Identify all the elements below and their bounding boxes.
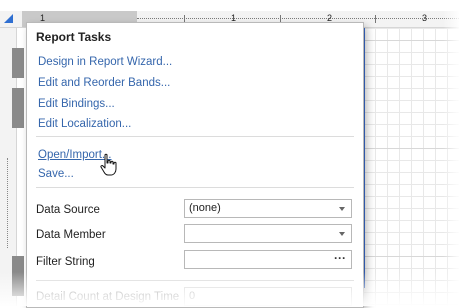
detail-count-value: 0 <box>189 290 196 302</box>
filter-string-field[interactable]: ··· <box>184 250 352 269</box>
report-design-surface[interactable] <box>363 28 459 306</box>
divider <box>36 187 354 188</box>
ruler-band-marker <box>12 48 24 78</box>
detail-count-field[interactable]: 0 <box>184 287 352 306</box>
edit-bindings-link[interactable]: Edit Bindings... <box>38 98 115 110</box>
filter-string-label: Filter String <box>36 256 95 268</box>
ellipsis-button[interactable]: ··· <box>334 251 346 265</box>
ruler-corner-marker-icon[interactable] <box>4 14 13 23</box>
data-source-value: (none) <box>189 202 221 214</box>
divider <box>36 136 354 137</box>
data-source-label: Data Source <box>36 204 100 216</box>
chevron-down-icon[interactable] <box>339 207 345 211</box>
data-source-dropdown[interactable]: (none) <box>184 199 352 218</box>
ruler-tick <box>375 15 376 23</box>
hand-pointer-icon <box>100 153 117 176</box>
edit-and-reorder-bands-link[interactable]: Edit and Reorder Bands... <box>38 77 170 89</box>
band-boundary <box>363 256 459 257</box>
report-tasks-panel: Report Tasks Design in Report Wizard... … <box>26 22 364 308</box>
edit-localization-link[interactable]: Edit Localization... <box>38 118 131 130</box>
design-in-report-wizard-link[interactable]: Design in Report Wizard... <box>38 56 172 68</box>
data-member-dropdown[interactable] <box>184 224 352 243</box>
band-boundary <box>363 40 459 41</box>
ruler-ticks <box>7 158 9 248</box>
panel-title: Report Tasks <box>36 30 112 44</box>
vertical-ruler <box>0 28 24 306</box>
ruler-band-marker <box>12 256 24 296</box>
detail-count-label: Detail Count at Design Time <box>36 291 180 303</box>
save-link[interactable]: Save... <box>38 168 74 180</box>
divider <box>36 280 354 281</box>
ruler-band-marker <box>12 88 24 128</box>
chevron-down-icon[interactable] <box>339 232 345 236</box>
data-member-label: Data Member <box>36 229 106 241</box>
band-boundary <box>363 148 459 149</box>
ruler-number: 3 <box>422 13 428 23</box>
